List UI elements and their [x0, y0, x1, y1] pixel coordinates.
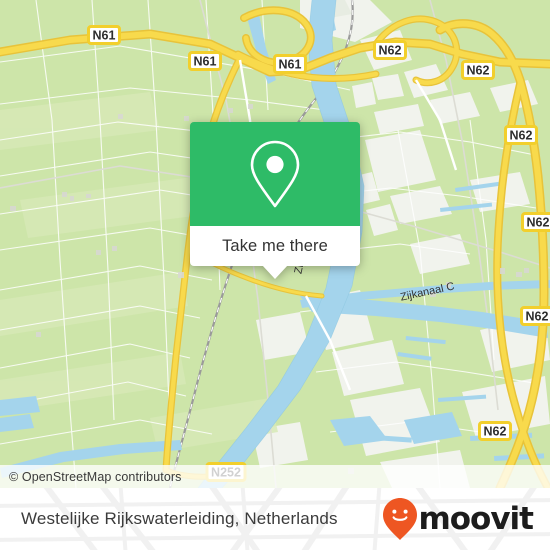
- moovit-map-page: N61N61N61N62N62N62N62N62N62N252 Zijkanaa…: [0, 0, 550, 550]
- moovit-logo[interactable]: moovit: [383, 498, 534, 540]
- map-pin-icon: [250, 140, 300, 208]
- page-footer: Westelijke Rijkswaterleiding, Netherland…: [0, 488, 550, 550]
- osm-attribution-text: © OpenStreetMap contributors: [9, 469, 182, 484]
- moovit-pin-icon: [383, 498, 418, 540]
- popup-pin-panel: [190, 122, 360, 226]
- osm-attribution: © OpenStreetMap contributors: [0, 465, 550, 488]
- popup-pointer-arrow: [262, 265, 288, 279]
- location-popup-card[interactable]: Take me there: [190, 122, 360, 279]
- take-me-there-label: Take me there: [222, 236, 328, 255]
- take-me-there-button[interactable]: Take me there: [190, 226, 360, 266]
- moovit-wordmark: moovit: [418, 500, 534, 537]
- page-title: Westelijke Rijkswaterleiding, Netherland…: [21, 509, 338, 528]
